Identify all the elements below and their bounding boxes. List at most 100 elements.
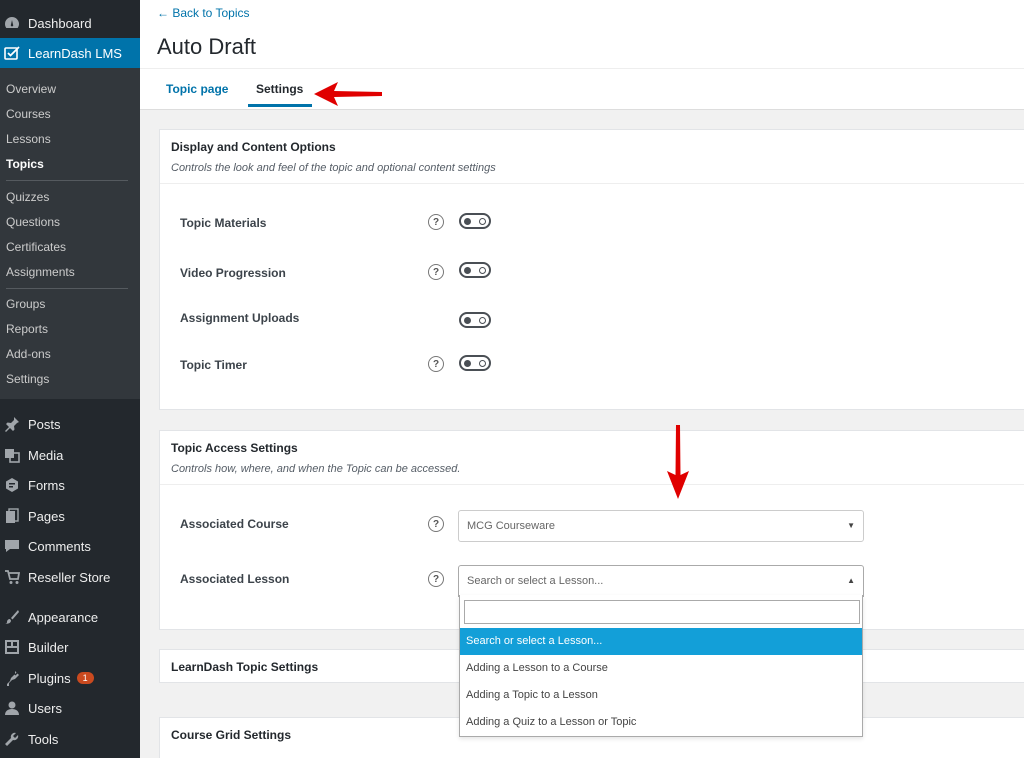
menu-appearance[interactable]: Appearance	[0, 602, 140, 632]
help-icon[interactable]: ?	[428, 214, 444, 230]
menu-label: Reseller Store	[28, 569, 111, 585]
panel-description: Controls the look and feel of the topic …	[171, 162, 496, 174]
associated-lesson-label: Associated Lesson	[180, 572, 290, 586]
menu-tools[interactable]: Tools	[0, 724, 140, 754]
menu-label: Builder	[28, 639, 69, 655]
panel-divider	[160, 183, 1024, 184]
submenu-divider	[6, 180, 128, 181]
assignment-uploads-toggle[interactable]	[459, 312, 491, 328]
lesson-placeholder: Search or select a Lesson...	[467, 575, 604, 587]
page-title: Auto Draft	[157, 34, 257, 59]
admin-sidebar: Dashboard LearnDash LMS Overview Courses…	[0, 0, 140, 758]
assignment-uploads-label: Assignment Uploads	[180, 311, 300, 325]
panel-description: Controls how, where, and when the Topic …	[171, 463, 461, 475]
video-progression-label: Video Progression	[180, 266, 286, 280]
help-icon[interactable]: ?	[428, 516, 444, 532]
topic-timer-label: Topic Timer	[180, 358, 247, 372]
associated-course-label: Associated Course	[180, 517, 289, 531]
submenu-overview[interactable]: Overview	[6, 82, 56, 96]
panel-title: Display and Content Options	[171, 140, 336, 154]
comment-icon	[4, 538, 20, 554]
brush-icon	[4, 609, 20, 625]
menu-label: Pages	[28, 508, 65, 524]
panel-title: Topic Access Settings	[171, 441, 298, 455]
menu-builder[interactable]: Builder	[0, 632, 140, 662]
menu-posts[interactable]: Posts	[0, 409, 140, 439]
pages-icon	[4, 508, 20, 524]
lesson-search-input[interactable]	[464, 600, 860, 624]
tab-topic-page[interactable]: Topic page	[166, 82, 228, 96]
menu-reseller-store[interactable]: Reseller Store	[0, 562, 140, 592]
lesson-option[interactable]: Search or select a Lesson...	[460, 628, 862, 655]
plugin-update-badge: 1	[76, 672, 94, 684]
lesson-dropdown: Search or select a Lesson... Adding a Le…	[459, 595, 863, 737]
menu-users[interactable]: Users	[0, 693, 140, 723]
submenu-addons[interactable]: Add-ons	[6, 347, 51, 361]
panel-divider	[160, 484, 1024, 485]
display-content-panel: Display and Content Options Controls the…	[159, 129, 1024, 410]
learndash-submenu: Overview Courses Lessons Topics Quizzes …	[0, 68, 140, 399]
plug-icon	[4, 670, 20, 686]
menu-label: Plugins	[28, 670, 71, 686]
dashboard-icon	[4, 15, 20, 31]
selected-course: MCG Courseware	[467, 520, 556, 532]
media-icon	[4, 447, 20, 463]
tab-settings[interactable]: Settings	[256, 82, 303, 96]
menu-plugins[interactable]: Plugins 1	[0, 663, 140, 693]
submenu-quizzes[interactable]: Quizzes	[6, 190, 49, 204]
submenu-divider	[6, 288, 128, 289]
learndash-icon	[4, 45, 20, 61]
user-icon	[4, 700, 20, 716]
submenu-reports[interactable]: Reports	[6, 322, 48, 336]
wrench-icon	[4, 731, 20, 747]
menu-label: Tools	[28, 731, 59, 747]
topic-timer-toggle[interactable]	[459, 355, 491, 371]
submenu-groups[interactable]: Groups	[6, 297, 45, 311]
help-icon[interactable]: ?	[428, 356, 444, 372]
lesson-option[interactable]: Adding a Topic to a Lesson	[460, 682, 862, 709]
submenu-questions[interactable]: Questions	[6, 215, 60, 229]
lesson-option[interactable]: Adding a Lesson to a Course	[460, 655, 862, 682]
menu-label: Comments	[28, 538, 91, 554]
menu-label: Users	[28, 700, 62, 716]
caret-up-icon: ▲	[847, 576, 855, 585]
panel-title: Course Grid Settings	[171, 728, 292, 742]
menu-label: Forms	[28, 477, 65, 493]
menu-pages[interactable]: Pages	[0, 501, 140, 531]
menu-media[interactable]: Media	[0, 440, 140, 470]
active-tab-indicator	[248, 104, 312, 107]
associated-lesson-select[interactable]: Search or select a Lesson... ▲	[458, 565, 864, 597]
builder-icon	[4, 639, 20, 655]
menu-label: Posts	[28, 416, 61, 432]
menu-label: Appearance	[28, 609, 99, 625]
forms-icon	[4, 477, 20, 493]
submenu-assignments[interactable]: Assignments	[6, 265, 75, 279]
menu-learndash[interactable]: LearnDash LMS	[0, 38, 140, 68]
panel-title: LearnDash Topic Settings	[171, 660, 319, 674]
menu-comments[interactable]: Comments	[0, 531, 140, 561]
lesson-option[interactable]: Adding a Quiz to a Lesson or Topic	[460, 709, 862, 736]
menu-label: LearnDash LMS	[28, 45, 122, 61]
editor-header: ← Back to Topics Auto Draft Topic page S…	[140, 0, 1024, 110]
pin-icon	[4, 416, 20, 432]
topic-materials-label: Topic Materials	[180, 216, 267, 230]
submenu-topics[interactable]: Topics	[6, 157, 44, 171]
caret-down-icon: ▼	[847, 521, 855, 530]
header-divider	[140, 68, 1024, 69]
cart-icon	[4, 569, 20, 585]
submenu-lessons[interactable]: Lessons	[6, 132, 51, 146]
help-icon[interactable]: ?	[428, 571, 444, 587]
menu-label: Media	[28, 447, 64, 463]
submenu-settings[interactable]: Settings	[6, 372, 49, 386]
annotation-arrow-left	[314, 82, 382, 106]
submenu-courses[interactable]: Courses	[6, 107, 51, 121]
menu-label: Dashboard	[28, 15, 92, 31]
menu-dashboard[interactable]: Dashboard	[0, 8, 140, 38]
submenu-certificates[interactable]: Certificates	[6, 240, 66, 254]
help-icon[interactable]: ?	[428, 264, 444, 280]
topic-materials-toggle[interactable]	[459, 213, 491, 229]
associated-course-select[interactable]: MCG Courseware ▼	[458, 510, 864, 542]
back-to-topics-link[interactable]: ← Back to Topics	[157, 6, 249, 20]
menu-forms[interactable]: Forms	[0, 470, 140, 500]
video-progression-toggle[interactable]	[459, 262, 491, 278]
